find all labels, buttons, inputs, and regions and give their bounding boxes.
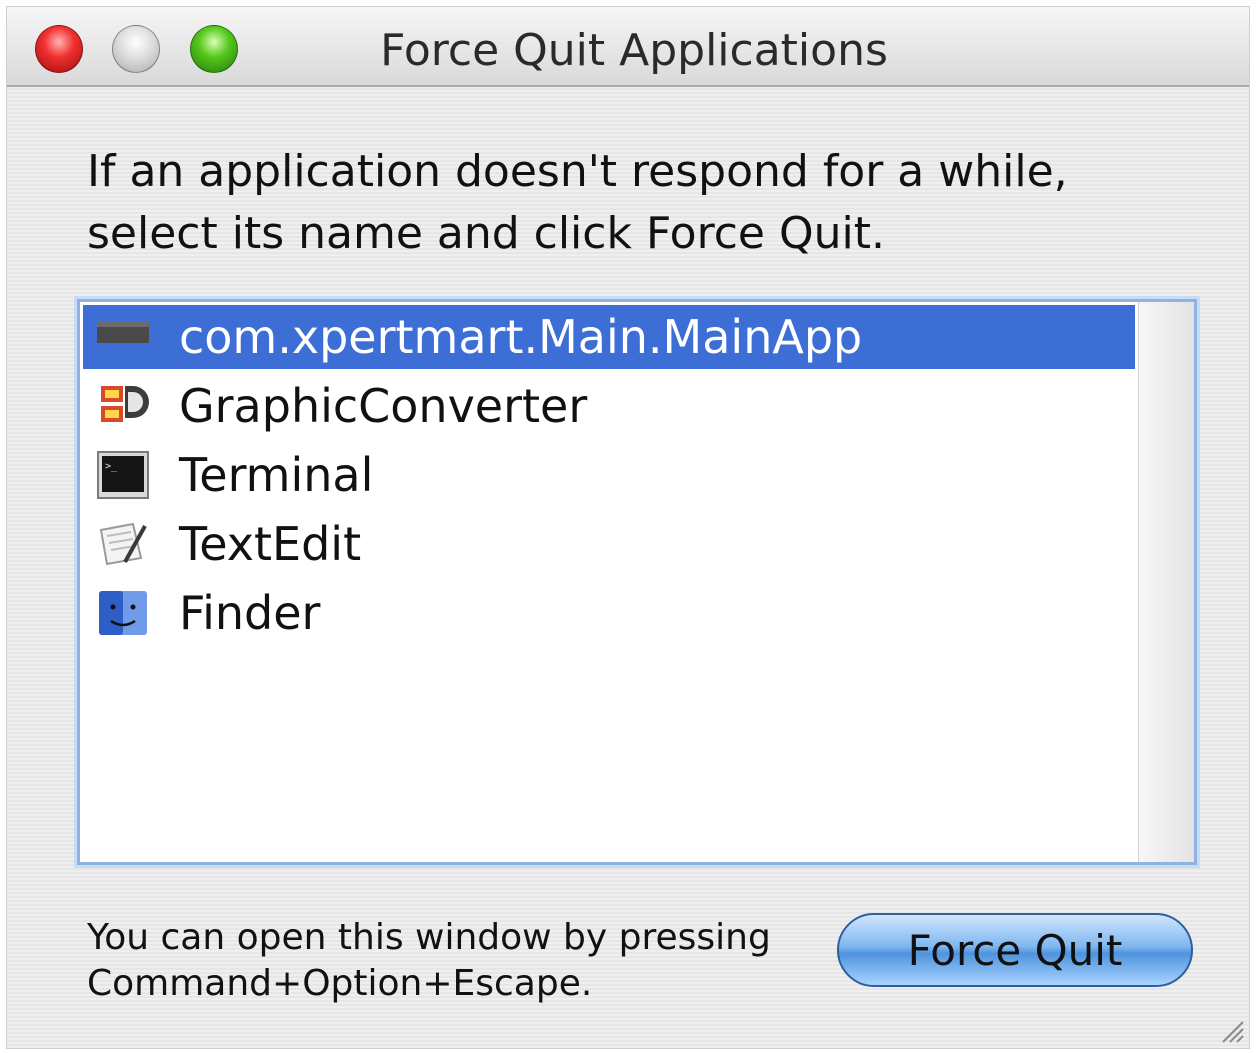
shortcut-hint-line-1: You can open this window by pressing: [87, 917, 771, 958]
instructions-text: If an application doesn't respond for a …: [87, 141, 1187, 265]
list-item-label: GraphicConverter: [179, 379, 588, 433]
instructions-line-1: If an application doesn't respond for a …: [87, 146, 1068, 197]
instructions-line-2: select its name and click Force Quit.: [87, 208, 885, 259]
list-item-label: Terminal: [179, 448, 374, 502]
graphicconverter-icon: [101, 386, 149, 422]
force-quit-button[interactable]: Force Quit: [837, 913, 1193, 987]
shortcut-hint-line-2: Command+Option+Escape.: [87, 963, 593, 1004]
list-item-label: Finder: [179, 586, 321, 640]
resize-grip-icon[interactable]: [1219, 1018, 1245, 1044]
application-list[interactable]: com.xpertmart.Main.MainApp GraphicConver…: [77, 299, 1197, 865]
list-item[interactable]: >_ Terminal: [83, 443, 1135, 507]
force-quit-window: Force Quit Applications If an applicatio…: [6, 6, 1250, 1049]
list-item-label: com.xpertmart.Main.MainApp: [179, 310, 863, 364]
window-title: Force Quit Applications: [380, 25, 888, 76]
finder-icon: [99, 591, 147, 635]
java-app-icon: [97, 321, 149, 343]
textedit-icon: [99, 522, 147, 566]
svg-text:>_: >_: [105, 461, 118, 472]
shortcut-hint: You can open this window by pressing Com…: [87, 915, 771, 1007]
list-item[interactable]: TextEdit: [83, 512, 1135, 576]
list-item[interactable]: Finder: [83, 581, 1135, 645]
list-item[interactable]: com.xpertmart.Main.MainApp: [83, 305, 1135, 369]
list-scrollbar[interactable]: [1138, 302, 1194, 862]
list-item-label: TextEdit: [179, 517, 362, 571]
title-bar[interactable]: Force Quit Applications: [7, 7, 1249, 87]
terminal-icon: >_: [97, 451, 149, 499]
list-item[interactable]: GraphicConverter: [83, 374, 1135, 438]
